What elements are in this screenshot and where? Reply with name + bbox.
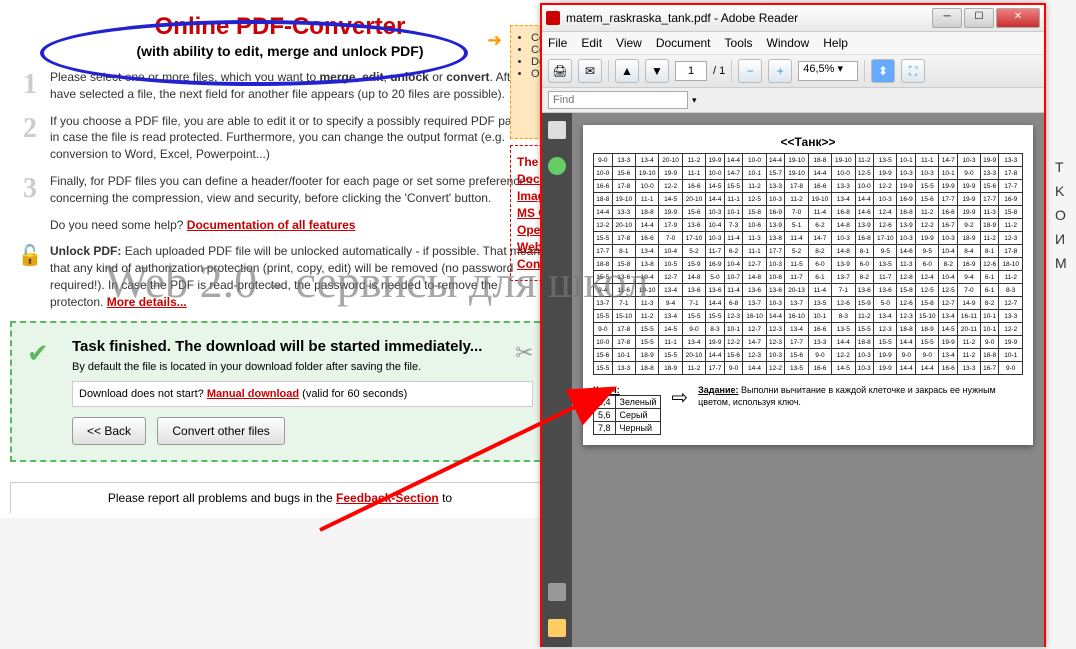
- page-total: / 1: [713, 65, 725, 77]
- feedback-link[interactable]: Feedback-Section: [336, 491, 439, 505]
- page-up-icon[interactable]: ▲: [615, 59, 639, 83]
- finished-title: Task finished. The download will be star…: [72, 338, 533, 355]
- menu-edit[interactable]: Edit: [581, 36, 602, 50]
- back-button[interactable]: << Back: [72, 417, 146, 445]
- adobe-reader-window: matem_raskraska_tank.pdf - Adobe Reader …: [540, 3, 1046, 647]
- side-letters: TKOИM: [1055, 155, 1067, 275]
- task-title: Задание:: [698, 385, 738, 395]
- menu-view[interactable]: View: [616, 36, 642, 50]
- pdf-page: <<Танк>> 9-013-313-420-1011-219-914-410-…: [583, 125, 1033, 445]
- dl-valid: (valid for 60 seconds): [302, 388, 407, 400]
- find-input[interactable]: [548, 91, 688, 109]
- comments-icon[interactable]: [548, 619, 566, 637]
- dl-question: Download does not start?: [79, 388, 204, 400]
- email-icon[interactable]: ✉: [578, 59, 602, 83]
- task-text: Выполни вычитание в каждой клеточке и за…: [698, 385, 996, 407]
- footer-tail: to: [439, 491, 452, 505]
- minimize-button[interactable]: ─: [932, 8, 962, 28]
- page-title: Online PDF-Converter: [10, 13, 550, 41]
- step-number: 2: [10, 113, 50, 163]
- finished-sub: By default the file is located in your d…: [72, 361, 533, 373]
- unlock-title: Unlock PDF:: [50, 244, 121, 258]
- docs-link[interactable]: Documentation of all features: [187, 218, 356, 232]
- find-dropdown[interactable]: ▾: [692, 95, 697, 106]
- fit-page-icon[interactable]: ⛶: [901, 59, 925, 83]
- window-title: matem_raskraska_tank.pdf - Adobe Reader: [566, 11, 798, 25]
- close-button[interactable]: ✕: [996, 8, 1040, 28]
- menu-file[interactable]: File: [548, 36, 567, 50]
- key-table: 3,4Зеленый5,6Серый7,8Черный: [593, 395, 661, 435]
- help-icon[interactable]: [548, 157, 566, 175]
- math-grid: 9-013-313-420-1011-219-914-410-014-419-1…: [593, 153, 1023, 375]
- more-details-link[interactable]: More details...: [107, 295, 187, 309]
- step-text: Please select one or more files, which y…: [50, 69, 550, 103]
- scissors-icon: ✂: [515, 340, 533, 366]
- zoom-out-icon[interactable]: −: [738, 59, 762, 83]
- footer-text: Please report all problems and bugs in t…: [108, 491, 333, 505]
- task-arrow-icon: ⇨: [671, 385, 688, 435]
- zoom-in-icon[interactable]: +: [768, 59, 792, 83]
- key-title: Ключ:: [593, 385, 661, 395]
- adobe-icon: [546, 11, 560, 25]
- menu-window[interactable]: Window: [767, 36, 810, 50]
- window-titlebar[interactable]: matem_raskraska_tank.pdf - Adobe Reader …: [542, 5, 1044, 32]
- page-subtitle: (with ability to edit, merge and unlock …: [10, 43, 550, 59]
- task-finished-panel: ✔ Task finished. The download will be st…: [10, 321, 550, 462]
- doc-title: <<Танк>>: [593, 135, 1023, 149]
- step-text: If you choose a PDF file, you are able t…: [50, 113, 550, 163]
- page-input[interactable]: [675, 61, 707, 81]
- fit-width-icon[interactable]: ⬍: [871, 59, 895, 83]
- reader-sidebar: [542, 113, 572, 647]
- convert-other-button[interactable]: Convert other files: [157, 417, 284, 445]
- help-text: Do you need some help?: [50, 218, 183, 232]
- check-icon: ✔: [27, 338, 49, 369]
- menu-help[interactable]: Help: [823, 36, 848, 50]
- zoom-select[interactable]: 46,5% ▾: [798, 61, 858, 81]
- attachments-icon[interactable]: [548, 583, 566, 601]
- step-number: 1: [10, 69, 50, 103]
- print-icon[interactable]: 🖨: [548, 59, 572, 83]
- menubar: File Edit View Document Tools Window Help: [542, 32, 1044, 55]
- menu-tools[interactable]: Tools: [725, 36, 753, 50]
- maximize-button[interactable]: ☐: [964, 8, 994, 28]
- menu-document[interactable]: Document: [656, 36, 711, 50]
- pages-panel-icon[interactable]: [548, 121, 566, 139]
- step-number: 3: [10, 173, 50, 207]
- toolbar: 🖨 ✉ ▲ ▼ / 1 − + 46,5% ▾ ⬍ ⛶: [542, 55, 1044, 88]
- page-down-icon[interactable]: ▼: [645, 59, 669, 83]
- manual-download-link[interactable]: Manual download: [207, 388, 299, 400]
- document-view[interactable]: <<Танк>> 9-013-313-420-1011-219-914-410-…: [572, 113, 1044, 647]
- lock-icon: 🔓: [10, 243, 50, 310]
- step-text: Finally, for PDF files you can define a …: [50, 173, 550, 207]
